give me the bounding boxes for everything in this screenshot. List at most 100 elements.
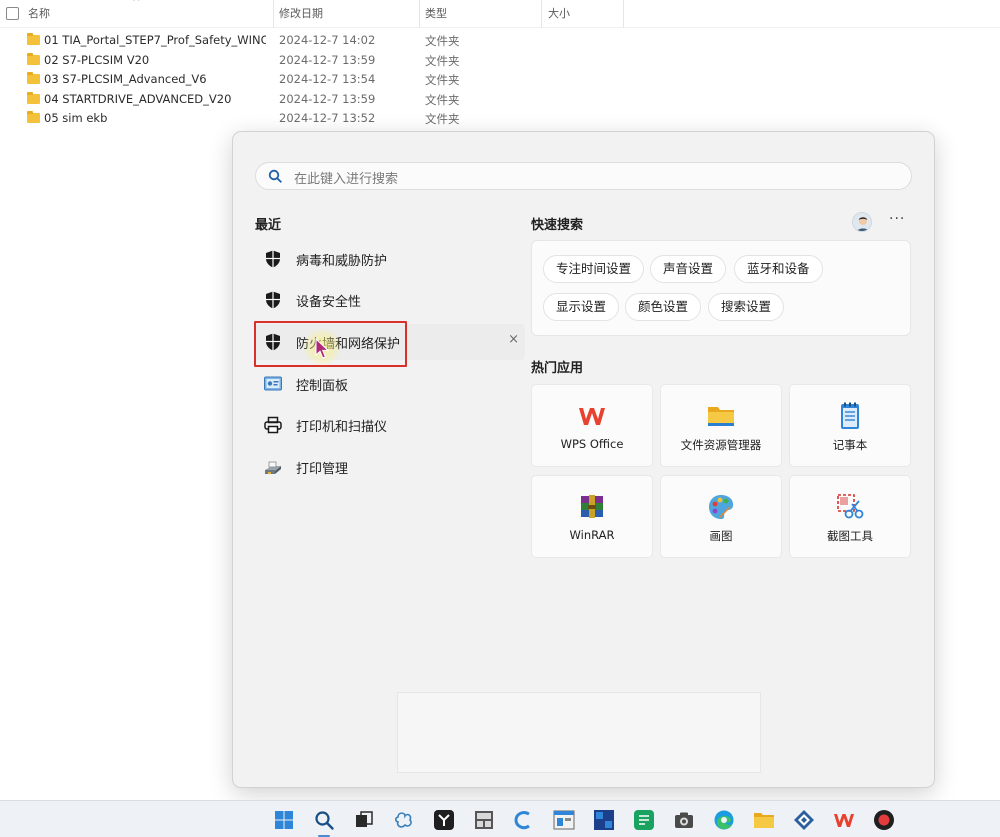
column-divider[interactable]: [273, 0, 274, 28]
file-explorer-icon: [708, 407, 734, 426]
file-date: 2024-12-7 13:52: [279, 111, 376, 125]
app-tile-file-explorer[interactable]: 文件资源管理器: [660, 384, 782, 467]
file-type: 文件夹: [425, 112, 460, 126]
app-icon[interactable]: [513, 809, 535, 831]
quick-search-chip[interactable]: 蓝牙和设备: [734, 255, 823, 283]
avatar[interactable]: [852, 212, 872, 232]
wps-office-icon: [579, 408, 605, 425]
app-tile-wps-office[interactable]: WPS Office: [531, 384, 653, 467]
sort-up-icon: ^: [132, 0, 141, 8]
app-icon[interactable]: [393, 809, 415, 831]
folder-icon: [27, 111, 40, 123]
shield-icon: [266, 250, 280, 268]
recent-item-label: 打印机和扫描仪: [296, 420, 388, 435]
folder-icon: [27, 52, 40, 65]
column-name[interactable]: 名称: [28, 5, 50, 21]
app-tile-notepad[interactable]: 记事本: [789, 384, 911, 467]
top-apps-title: 热门应用: [531, 361, 584, 376]
recent-item-label: 设备安全性: [296, 295, 362, 310]
search-input[interactable]: 在此键入进行搜索: [255, 162, 912, 190]
file-list-header: 名称 ^ 修改日期 类型 大小: [0, 0, 1000, 28]
file-name: 05 sim ekb: [44, 111, 108, 125]
column-size[interactable]: 大小: [548, 5, 570, 21]
app-label: WinRAR: [569, 528, 615, 542]
file-row[interactable]: 03 S7-PLCSIM_Advanced_V6 2024-12-7 13:54…: [0, 70, 1000, 90]
empty-preview-area: [397, 692, 761, 773]
file-row[interactable]: 05 sim ekb 2024-12-7 13:52 文件夹: [0, 109, 1000, 129]
select-all-checkbox[interactable]: [6, 7, 19, 20]
quick-search-chip[interactable]: 颜色设置: [625, 293, 702, 321]
recent-title: 最近: [255, 218, 282, 233]
folder-icon: [27, 33, 40, 45]
recent-item-control-panel[interactable]: 控制面板: [255, 366, 525, 402]
column-type[interactable]: 类型: [425, 5, 447, 21]
file-name: 01 TIA_Portal_STEP7_Prof_Safety_WINCC...: [44, 33, 266, 47]
file-list: 01 TIA_Portal_STEP7_Prof_Safety_WINCC...…: [0, 31, 1000, 129]
camera-icon[interactable]: [673, 809, 695, 831]
search-icon[interactable]: [313, 809, 335, 831]
app-icon[interactable]: [553, 809, 575, 831]
print-management-icon: [265, 461, 281, 474]
close-icon[interactable]: ×: [508, 332, 519, 347]
app-icon[interactable]: [593, 809, 615, 831]
quick-search-chip[interactable]: 搜索设置: [708, 293, 785, 321]
record-icon[interactable]: [873, 809, 895, 831]
file-row[interactable]: 01 TIA_Portal_STEP7_Prof_Safety_WINCC...…: [0, 31, 1000, 51]
file-explorer-icon[interactable]: [753, 809, 775, 831]
app-icon[interactable]: [633, 809, 655, 831]
recent-item-virus-protection[interactable]: 病毒和威胁防护: [255, 241, 525, 277]
app-label: 文件资源管理器: [680, 438, 762, 452]
search-placeholder: 在此键入进行搜索: [294, 172, 399, 187]
user-avatar-icon: [853, 213, 871, 231]
windows-start-icon[interactable]: [273, 809, 295, 831]
edge-icon[interactable]: [713, 809, 735, 831]
more-options-icon[interactable]: ···: [889, 211, 905, 227]
mouse-cursor-icon: [315, 338, 330, 359]
column-divider[interactable]: [541, 0, 542, 28]
column-divider[interactable]: [419, 0, 420, 28]
app-icon[interactable]: [793, 809, 815, 831]
folder-icon: [27, 72, 40, 84]
task-view-icon[interactable]: [353, 809, 375, 831]
app-tile-paint[interactable]: 画图: [660, 475, 782, 558]
control-panel-icon: [264, 376, 282, 391]
printer-icon: [264, 416, 282, 434]
quick-search-title: 快速搜索: [531, 218, 584, 233]
app-icon[interactable]: [473, 809, 495, 831]
file-name: 04 STARTDRIVE_ADVANCED_V20: [44, 91, 232, 106]
wps-icon[interactable]: [833, 809, 855, 831]
file-row[interactable]: 02 S7-PLCSIM V20 2024-12-7 13:59 文件夹: [0, 51, 1000, 71]
file-date: 2024-12-7 13:59: [279, 91, 376, 106]
column-divider[interactable]: [623, 0, 624, 28]
file-date: 2024-12-7 14:02: [279, 33, 376, 47]
file-name: 02 S7-PLCSIM V20: [44, 52, 150, 67]
app-label: 画图: [709, 529, 733, 543]
notepad-icon: [841, 402, 859, 429]
recent-item-label: 控制面板: [296, 379, 349, 394]
file-date: 2024-12-7 13:59: [279, 52, 376, 67]
file-type: 文件夹: [425, 92, 460, 107]
app-icon[interactable]: [433, 809, 455, 831]
file-date: 2024-12-7 13:54: [279, 72, 376, 86]
recent-item-print-management[interactable]: 打印管理: [255, 449, 525, 485]
quick-search-chip[interactable]: 显示设置: [543, 293, 620, 321]
quick-search-chip[interactable]: 专注时间设置: [543, 255, 645, 283]
file-type: 文件夹: [425, 73, 460, 87]
recent-item-device-security[interactable]: 设备安全性: [255, 282, 525, 318]
app-tile-winrar[interactable]: WinRAR: [531, 475, 653, 558]
file-name: 03 S7-PLCSIM_Advanced_V6: [44, 72, 207, 86]
recent-item-label: 打印管理: [296, 462, 349, 477]
app-label: WPS Office: [560, 437, 624, 451]
snipping-tool-icon: [837, 494, 864, 519]
taskbar: [0, 800, 1000, 837]
app-tile-snipping-tool[interactable]: 截图工具: [789, 475, 911, 558]
recent-item-printers[interactable]: 打印机和扫描仪: [255, 407, 525, 443]
search-panel: 在此键入进行搜索 最近 病毒和威胁防护 设备安全性 防火墙和网络保护 × 控制面…: [232, 131, 935, 788]
quick-search-box: 专注时间设置 声音设置 蓝牙和设备 显示设置 颜色设置 搜索设置: [531, 240, 911, 336]
app-label: 记事本: [832, 438, 868, 452]
quick-search-chip[interactable]: 声音设置: [650, 255, 727, 283]
column-date[interactable]: 修改日期: [279, 5, 323, 21]
recent-item-label: 病毒和威胁防护: [296, 254, 388, 269]
paint-icon: [709, 495, 734, 519]
file-row[interactable]: 04 STARTDRIVE_ADVANCED_V20 2024-12-7 13:…: [0, 90, 1000, 110]
